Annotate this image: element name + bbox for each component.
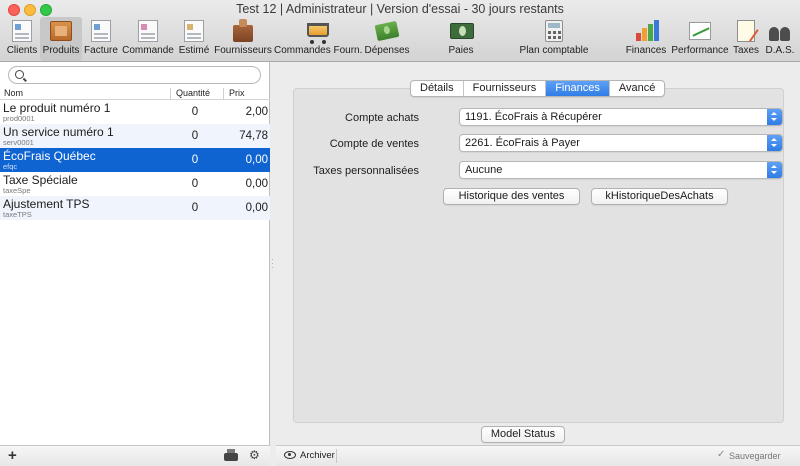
checkmark-icon: ✓ — [717, 449, 726, 460]
item-code: prod0001 — [3, 114, 35, 123]
products-icon — [48, 19, 74, 43]
popup-arrows-icon — [767, 135, 782, 151]
window-title: Test 12 | Administrateur | Version d'ess… — [236, 2, 564, 16]
list-item[interactable]: Taxe Spéciale taxeSpe 0 0,00 — [0, 172, 270, 196]
list-item[interactable]: Ajustement TPS taxeTPS 0 0,00 — [0, 196, 270, 220]
popup-arrows-icon — [767, 109, 782, 125]
suppliers-icon — [230, 19, 256, 43]
toolbar-commande[interactable]: Commande — [122, 17, 174, 61]
detail-pane: Détails Fournisseurs Finances Avancé Com… — [276, 62, 800, 466]
payroll-icon — [448, 19, 474, 43]
detail-tabs: Détails Fournisseurs Finances Avancé — [410, 80, 666, 97]
toolbar-depenses[interactable]: Dépenses — [364, 17, 410, 61]
toolbar-clients[interactable]: Clients — [4, 17, 40, 61]
bar-chart-icon — [633, 19, 659, 43]
item-quantity: 0 — [191, 154, 199, 166]
tab-details[interactable]: Détails — [411, 81, 464, 96]
item-quantity: 0 — [191, 202, 199, 214]
item-name: ÉcoFrais Québec — [3, 149, 96, 163]
estimate-icon — [181, 19, 207, 43]
order-icon — [135, 19, 161, 43]
calculator-icon — [541, 19, 567, 43]
item-price: 74,78 — [239, 130, 268, 142]
archive-button[interactable]: Archiver — [300, 450, 335, 461]
invoice-icon — [88, 19, 114, 43]
purchase-account-value: 1191. ÉcoFrais à Récupérer — [465, 111, 602, 123]
item-name: Taxe Spéciale — [3, 173, 78, 187]
tax-icon — [733, 19, 759, 43]
toolbar-fournisseurs[interactable]: Fournisseurs — [214, 17, 272, 61]
sales-history-button[interactable]: Historique des ventes — [443, 188, 580, 205]
purchase-account-label: Compte achats — [345, 112, 419, 124]
product-list-pane: Nom Quantité Prix Le produit numéro 1 pr… — [0, 62, 270, 466]
sales-account-value: 2261. ÉcoFrais à Payer — [465, 137, 580, 149]
column-header-name[interactable]: Nom — [4, 88, 23, 98]
search-input[interactable] — [29, 68, 254, 82]
list-footer-bar: + ⚙ — [0, 445, 270, 466]
detail-footer-bar: Archiver ✓ Sauvegarder — [276, 445, 800, 466]
popup-arrows-icon — [767, 162, 782, 178]
item-price: 0,00 — [245, 154, 268, 166]
purchase-account-select[interactable]: 1191. ÉcoFrais à Récupérer — [459, 108, 783, 126]
trend-icon — [687, 19, 713, 43]
custom-taxes-select[interactable]: Aucune — [459, 161, 783, 179]
sales-account-select[interactable]: 2261. ÉcoFrais à Payer — [459, 134, 783, 152]
item-code: serv0001 — [3, 138, 34, 147]
model-status-button[interactable]: Model Status — [481, 426, 565, 443]
toolbar-estime[interactable]: Estimé — [176, 17, 212, 61]
toolbar-finances[interactable]: Finances — [625, 17, 667, 61]
save-button[interactable]: Sauvegarder — [729, 451, 781, 461]
cart-icon — [305, 19, 331, 44]
item-quantity: 0 — [191, 130, 199, 142]
toolbar-facture[interactable]: Facture — [83, 17, 119, 61]
item-name: Le produit numéro 1 — [3, 101, 111, 115]
column-header-price[interactable]: Prix — [229, 88, 245, 98]
item-price: 2,00 — [245, 106, 268, 118]
toolbar-taxes[interactable]: Taxes — [731, 17, 761, 61]
people-icon — [767, 19, 793, 43]
expenses-icon — [374, 19, 400, 43]
item-code: taxeSpe — [3, 186, 31, 195]
list-item[interactable]: Le produit numéro 1 prod0001 0 2,00 — [0, 100, 270, 124]
custom-taxes-value: Aucune — [465, 164, 503, 176]
column-header-quantity[interactable]: Quantité — [176, 88, 210, 98]
tab-fournisseurs[interactable]: Fournisseurs — [464, 81, 547, 96]
split-view-divider[interactable]: · · · — [271, 256, 275, 272]
item-quantity: 0 — [191, 178, 199, 190]
list-item-selected[interactable]: ÉcoFrais Québec efqc 0 0,00 — [0, 148, 270, 172]
item-price: 0,00 — [245, 178, 268, 190]
item-name: Ajustement TPS — [3, 197, 90, 211]
clients-icon — [9, 19, 35, 43]
item-code: efqc — [3, 162, 18, 171]
search-field[interactable] — [8, 66, 261, 84]
search-icon — [15, 70, 24, 79]
sales-account-label: Compte de ventes — [329, 138, 419, 150]
toolbar-paies[interactable]: Paies — [440, 17, 482, 61]
printer-icon[interactable] — [224, 449, 238, 461]
list-header: Nom Quantité Prix — [0, 87, 270, 100]
finances-panel: Compte achats 1191. ÉcoFrais à Récupérer… — [293, 88, 784, 423]
toolbar-commandes-fourn[interactable]: Commandes Fourn. — [274, 17, 362, 61]
tab-avance[interactable]: Avancé — [610, 81, 664, 96]
toolbar-das[interactable]: D.A.S. — [764, 17, 796, 61]
eye-icon[interactable] — [284, 451, 296, 459]
list-item[interactable]: Un service numéro 1 serv0001 0 74,78 — [0, 124, 270, 148]
window-toolbar: Test 12 | Administrateur | Version d'ess… — [0, 0, 800, 62]
toolbar-produits[interactable]: Produits — [40, 17, 82, 61]
toolbar-performance[interactable]: Performance — [671, 17, 729, 61]
item-quantity: 0 — [191, 106, 199, 118]
custom-taxes-label: Taxes personnalisées — [313, 165, 419, 177]
item-price: 0,00 — [245, 202, 268, 214]
item-name: Un service numéro 1 — [3, 125, 114, 139]
add-item-button[interactable]: + — [8, 447, 17, 464]
item-code: taxeTPS — [3, 210, 32, 219]
tab-finances[interactable]: Finances — [546, 81, 610, 96]
toolbar-plan-comptable[interactable]: Plan comptable — [518, 17, 590, 61]
purchase-history-button[interactable]: kHistoriqueDesAchats — [591, 188, 728, 205]
gear-icon[interactable]: ⚙ — [249, 448, 260, 462]
